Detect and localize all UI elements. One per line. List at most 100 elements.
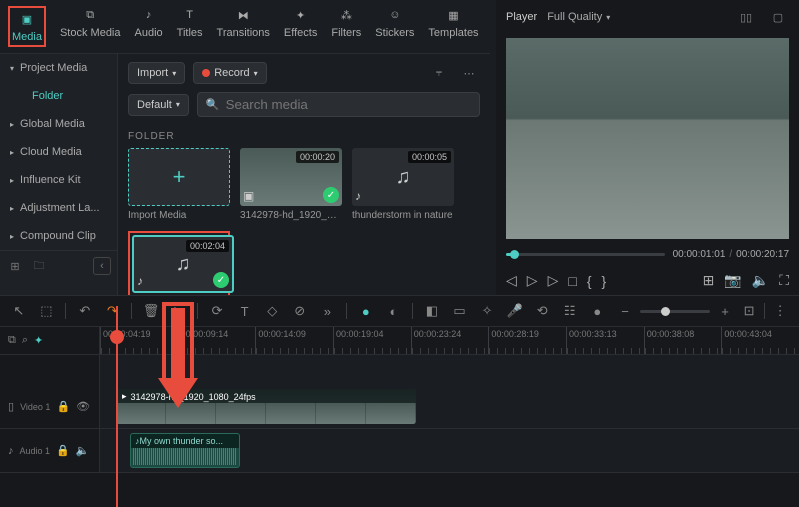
mic-icon[interactable]: 🎤: [506, 302, 524, 320]
card-label: 3142978-hd_1920_108...: [240, 210, 342, 221]
link-icon[interactable]: ⧉: [8, 334, 16, 347]
player-viewport[interactable]: [506, 38, 789, 239]
sort-default-button[interactable]: Default▾: [128, 94, 189, 116]
tab-label: Effects: [284, 27, 317, 39]
lock-icon[interactable]: 🔒: [56, 444, 70, 457]
camera-icon[interactable]: 📷: [724, 272, 741, 289]
ruler-mark: 00:00:09:14: [178, 327, 256, 354]
import-thumb[interactable]: +: [128, 148, 230, 206]
crop-icon[interactable]: ⟳: [208, 302, 226, 320]
keyframe-icon[interactable]: ◇: [263, 302, 281, 320]
import-button[interactable]: Import▾: [128, 62, 185, 84]
more-tools-icon[interactable]: »: [319, 302, 337, 320]
tab-media[interactable]: ▣Media: [8, 6, 46, 47]
select-icon[interactable]: ⬚: [38, 302, 56, 320]
sidebar-item-folder[interactable]: Folder: [0, 82, 117, 110]
audio-tool-icon[interactable]: ◐: [385, 302, 403, 320]
zoom-in-icon[interactable]: +: [716, 302, 734, 320]
cut-icon[interactable]: ✂: [170, 302, 188, 320]
tab-stock-media[interactable]: ⧉Stock Media: [60, 6, 121, 47]
settings-icon[interactable]: ⊞: [703, 272, 715, 289]
more-icon[interactable]: ⋯: [458, 62, 480, 84]
sidebar-item-influence-kit[interactable]: Influence Kit: [0, 166, 117, 194]
tab-effects[interactable]: ✦Effects: [284, 6, 317, 47]
progress-bar[interactable]: [506, 253, 665, 256]
stop-icon[interactable]: □: [568, 273, 576, 289]
mixer-icon[interactable]: ☷: [561, 302, 579, 320]
sidebar-item-adjustment-layer[interactable]: Adjustment La...: [0, 194, 117, 222]
next-frame-icon[interactable]: ▷: [548, 272, 559, 289]
fullscreen-icon[interactable]: ⛶: [779, 272, 789, 289]
collapse-sidebar-icon[interactable]: ‹: [93, 257, 111, 275]
folder-icon[interactable]: 🗀: [30, 257, 48, 275]
audio-thumb[interactable]: ♫ 00:02:04 ♪ ✓: [132, 235, 234, 293]
timeline-more-icon[interactable]: ⋮: [771, 302, 789, 320]
playhead[interactable]: [116, 306, 118, 507]
delete-icon[interactable]: 🗑: [142, 302, 160, 320]
play-icon: ▸: [122, 391, 127, 402]
tab-audio[interactable]: ♪Audio: [135, 6, 163, 47]
quality-dropdown[interactable]: Full Quality▾: [547, 11, 610, 23]
zoom-fit-icon[interactable]: ⊡: [740, 302, 758, 320]
sidebar-item-cloud-media[interactable]: Cloud Media: [0, 138, 117, 166]
record-button[interactable]: Record▾: [193, 62, 266, 84]
media-card-video[interactable]: 00:00:20 ▣ ✓ 3142978-hd_1920_108...: [240, 148, 342, 221]
pointer-icon[interactable]: ↖: [10, 302, 28, 320]
video-thumb[interactable]: 00:00:20 ▣ ✓: [240, 148, 342, 206]
card-label: thunderstorm in nature: [352, 210, 454, 221]
text-icon[interactable]: T: [236, 302, 254, 320]
search-input[interactable]: 🔍: [197, 92, 480, 117]
prev-frame-icon[interactable]: ◁: [506, 272, 517, 289]
media-card-import[interactable]: + Import Media: [128, 148, 230, 221]
mask-icon[interactable]: ▭: [451, 302, 469, 320]
snapshot-icon[interactable]: ▢: [767, 6, 789, 28]
undo-icon[interactable]: ↶: [76, 302, 94, 320]
duration-badge: 00:02:04: [186, 240, 229, 252]
audio-track-body[interactable]: ♪My own thunder so...: [100, 429, 799, 472]
zoom-slider[interactable]: [640, 310, 710, 313]
search-field[interactable]: [226, 97, 471, 112]
music-icon: ♫: [396, 166, 411, 189]
visibility-icon[interactable]: 👁: [76, 400, 90, 413]
filters-icon: ⁂: [337, 6, 355, 24]
volume-icon[interactable]: 🔈: [752, 272, 769, 289]
player-header: Player Full Quality▾ ▯▯ ▢: [496, 0, 799, 34]
tab-stickers[interactable]: ☺Stickers: [375, 6, 414, 47]
compare-view-icon[interactable]: ▯▯: [735, 6, 757, 28]
lock-icon[interactable]: 🔒: [56, 400, 70, 413]
audio-track-icon[interactable]: ♪: [8, 445, 14, 457]
tab-templates[interactable]: ▦Templates: [428, 6, 478, 47]
color-icon[interactable]: ◧: [423, 302, 441, 320]
media-card-audio[interactable]: ♫ 00:00:05 ♪ thunderstorm in nature: [352, 148, 454, 221]
mute-icon[interactable]: 🔈: [76, 444, 90, 457]
check-icon: ✓: [213, 272, 229, 288]
magnet-icon[interactable]: ⌕: [22, 334, 28, 347]
zoom-out-icon[interactable]: −: [616, 302, 634, 320]
tab-transitions[interactable]: ⧓Transitions: [217, 6, 270, 47]
sidebar-item-project-media[interactable]: Project Media: [0, 54, 117, 82]
ai-icon[interactable]: ✧: [478, 302, 496, 320]
snap-icon[interactable]: ✦: [34, 334, 43, 347]
sidebar-item-global-media[interactable]: Global Media: [0, 110, 117, 138]
redo-icon[interactable]: ↷: [104, 302, 122, 320]
video-track-icon[interactable]: ▯: [8, 400, 14, 413]
timeline-ruler[interactable]: 00:00:04:19 00:00:09:14 00:00:14:09 00:0…: [100, 327, 799, 354]
mark-out-icon[interactable]: }: [602, 273, 607, 289]
video-track-body[interactable]: ▸3142978-hd_1920_1080_24fps: [100, 385, 799, 428]
record-icon[interactable]: ●: [589, 302, 607, 320]
marker-icon[interactable]: ●: [357, 302, 375, 320]
video-clip[interactable]: ▸3142978-hd_1920_1080_24fps: [116, 389, 416, 424]
audio-type-icon: ♪: [355, 189, 361, 203]
audio-thumb[interactable]: ♫ 00:00:05 ♪: [352, 148, 454, 206]
tab-label: Audio: [135, 27, 163, 39]
filter-icon[interactable]: ⫧: [428, 62, 450, 84]
render-icon[interactable]: ⟲: [533, 302, 551, 320]
tab-titles[interactable]: TTitles: [177, 6, 203, 47]
play-icon[interactable]: ▷: [527, 272, 538, 289]
tab-filters[interactable]: ⁂Filters: [331, 6, 361, 47]
new-folder-icon[interactable]: ⊞: [6, 257, 24, 275]
audio-clip[interactable]: ♪My own thunder so...: [130, 433, 240, 468]
speed-icon[interactable]: ⊘: [291, 302, 309, 320]
sidebar-item-compound-clip[interactable]: Compound Clip: [0, 222, 117, 250]
mark-in-icon[interactable]: {: [587, 273, 592, 289]
